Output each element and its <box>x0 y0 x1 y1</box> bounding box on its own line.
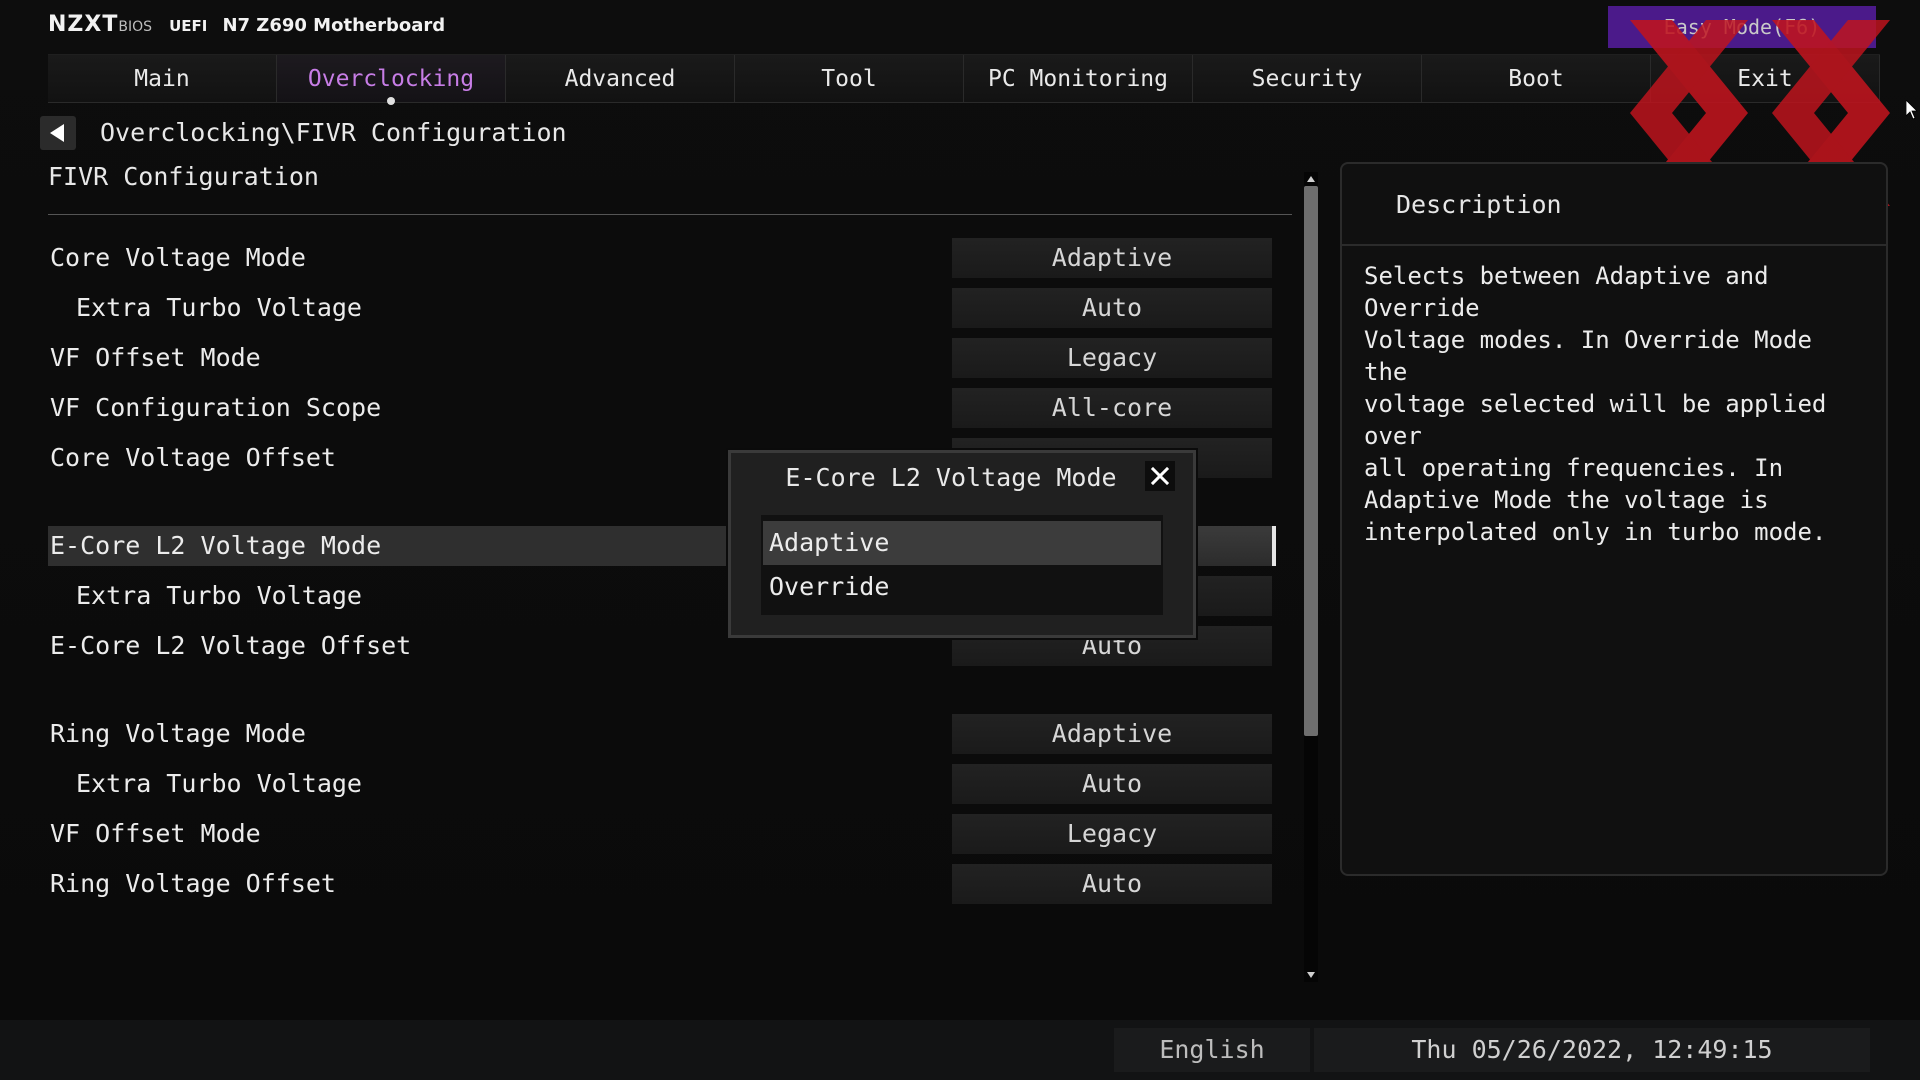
scroll-down-icon[interactable] <box>1304 968 1318 982</box>
description-panel: Description Selects between Adaptive and… <box>1340 162 1888 876</box>
mouse-cursor-icon <box>1906 100 1918 120</box>
scrollbar-thumb[interactable] <box>1304 186 1318 736</box>
setting-row-ring-voltage-mode[interactable]: Ring Voltage Mode Adaptive <box>48 714 1280 754</box>
motherboard-model: N7 Z690 Motherboard <box>222 15 446 36</box>
setting-label: Extra Turbo Voltage <box>76 581 362 610</box>
setting-row-ring-voltage-offset[interactable]: Ring Voltage Offset Auto <box>48 864 1280 904</box>
option-adaptive[interactable]: Adaptive <box>763 521 1161 565</box>
option-override[interactable]: Override <box>763 565 1161 609</box>
close-icon <box>1151 467 1169 485</box>
setting-label: Ring Voltage Offset <box>50 869 336 898</box>
bios-label: BIOS <box>118 19 152 35</box>
setting-label: Ring Voltage Mode <box>50 719 306 748</box>
uefi-label: UEFI <box>169 17 208 35</box>
setting-value-button[interactable]: Auto <box>952 864 1272 904</box>
setting-label: VF Offset Mode <box>50 819 261 848</box>
brand-name: NZXT <box>48 12 119 37</box>
description-text: Selects between Adaptive and Override Vo… <box>1364 262 1827 546</box>
tab-main[interactable]: Main <box>48 55 277 103</box>
dialog-option-list: Adaptive Override <box>761 515 1163 615</box>
breadcrumb: Overclocking\FIVR Configuration <box>100 118 567 147</box>
tab-boot[interactable]: Boot <box>1422 55 1651 103</box>
back-arrow-icon <box>50 124 64 142</box>
setting-label: Extra Turbo Voltage <box>76 769 362 798</box>
setting-value-button[interactable]: All-core <box>952 388 1272 428</box>
tab-security[interactable]: Security <box>1193 55 1422 103</box>
setting-value-button[interactable]: Legacy <box>952 338 1272 378</box>
setting-value-button[interactable]: Adaptive <box>952 714 1272 754</box>
setting-label: Extra Turbo Voltage <box>76 293 362 322</box>
setting-value-button[interactable]: Auto <box>952 764 1272 804</box>
tab-tool[interactable]: Tool <box>735 55 964 103</box>
option-select-dialog: E-Core L2 Voltage Mode Adaptive Override <box>728 450 1196 638</box>
date-time-display: Thu 05/26/2022, 12:49:15 <box>1314 1028 1870 1072</box>
setting-row-core-voltage-mode[interactable]: Core Voltage Mode Adaptive <box>48 238 1280 278</box>
brand: NZXTBIOS UEFI N7 Z690 Motherboard <box>48 12 445 37</box>
tab-pc-monitoring[interactable]: PC Monitoring <box>964 55 1193 103</box>
title-divider <box>48 214 1292 215</box>
dialog-title: E-Core L2 Voltage Mode <box>785 463 1117 492</box>
back-button[interactable] <box>40 116 76 150</box>
setting-row-ring-vf-offset-mode[interactable]: VF Offset Mode Legacy <box>48 814 1280 854</box>
dialog-close-button[interactable] <box>1145 461 1175 491</box>
language-selector[interactable]: English <box>1114 1028 1310 1072</box>
setting-value-button[interactable]: Auto <box>952 288 1272 328</box>
setting-label: VF Configuration Scope <box>50 393 382 422</box>
setting-row-core-extra-turbo-voltage[interactable]: Extra Turbo Voltage Auto <box>48 288 1280 328</box>
setting-row-ring-extra-turbo-voltage[interactable]: Extra Turbo Voltage Auto <box>48 764 1280 804</box>
setting-value-button[interactable]: Legacy <box>952 814 1272 854</box>
setting-label: VF Offset Mode <box>50 343 261 372</box>
tab-overclocking[interactable]: Overclocking <box>277 55 506 105</box>
main-tabs: Main Overclocking Advanced Tool PC Monit… <box>48 54 1880 105</box>
setting-label: Core Voltage Offset <box>50 443 336 472</box>
tab-advanced[interactable]: Advanced <box>506 55 735 103</box>
setting-row-vf-configuration-scope[interactable]: VF Configuration Scope All-core <box>48 388 1280 428</box>
scroll-up-icon[interactable] <box>1304 172 1318 186</box>
setting-label: Core Voltage Mode <box>50 243 306 272</box>
setting-value-button[interactable]: Adaptive <box>952 238 1272 278</box>
page-title: FIVR Configuration <box>48 162 319 191</box>
bios-screen: NZXTBIOS UEFI N7 Z690 Motherboard Easy M… <box>0 0 1920 1080</box>
setting-row-core-vf-offset-mode[interactable]: VF Offset Mode Legacy <box>48 338 1280 378</box>
description-title: Description <box>1396 190 1562 219</box>
setting-label: E-Core L2 Voltage Mode <box>48 526 730 566</box>
setting-label: E-Core L2 Voltage Offset <box>50 631 412 660</box>
